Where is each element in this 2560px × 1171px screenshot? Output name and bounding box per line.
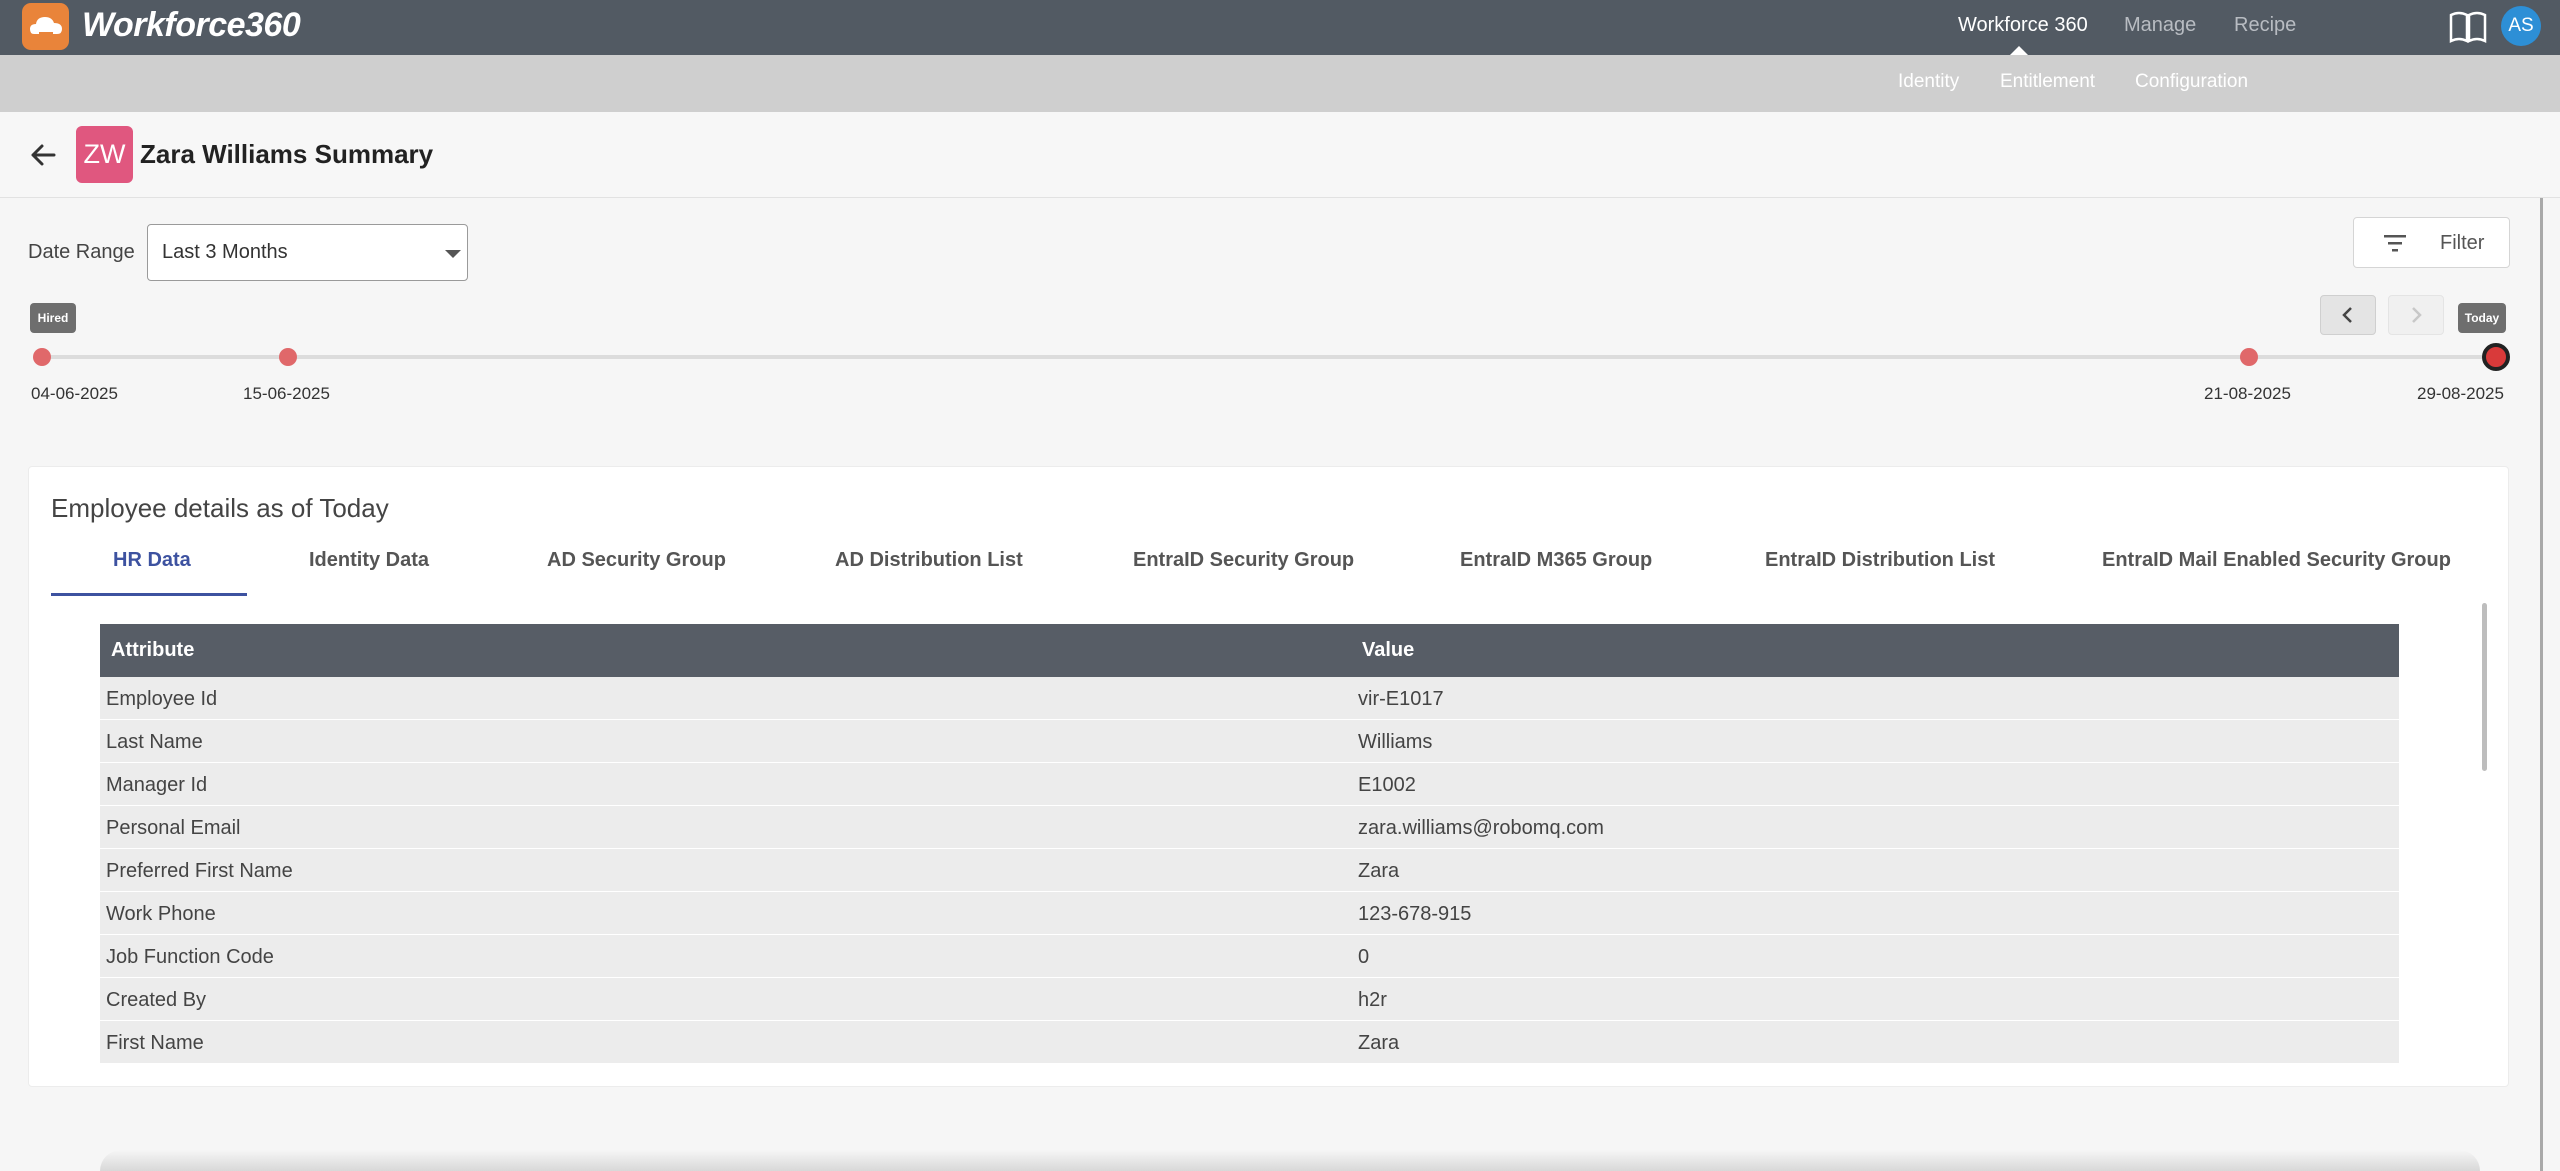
tab-entraid-m365-group[interactable]: EntraID M365 Group bbox=[1460, 549, 1652, 572]
hr-data-table: Attribute Value Employee Id vir-E1017 Last… bbox=[100, 624, 2399, 1064]
value-cell: h2r bbox=[1358, 989, 1387, 1011]
table-row: First Name Zara bbox=[100, 1021, 2399, 1064]
attribute-cell: First Name bbox=[106, 1032, 204, 1054]
page-title: Zara Williams Summary bbox=[140, 139, 434, 169]
date-range-label: Date Range bbox=[28, 241, 135, 263]
back-arrow-icon[interactable] bbox=[28, 140, 58, 170]
value-cell: zara.williams@robomq.com bbox=[1358, 817, 1604, 839]
timeline-date: 15-06-2025 bbox=[243, 384, 330, 403]
bottom-shadow bbox=[100, 1150, 2480, 1171]
table-scrollbar[interactable] bbox=[2482, 603, 2487, 771]
date-range-select[interactable]: Last 3 Months bbox=[147, 224, 468, 281]
today-tag: Today bbox=[2458, 303, 2506, 333]
user-avatar[interactable]: AS bbox=[2501, 6, 2541, 46]
value-cell: 0 bbox=[1358, 946, 1370, 968]
value-cell: vir-E1017 bbox=[1358, 688, 1444, 710]
timeline-date: 29-08-2025 bbox=[2417, 384, 2504, 403]
table-row: Manager Id E1002 bbox=[100, 763, 2399, 806]
tab-identity-data[interactable]: Identity Data bbox=[309, 549, 429, 572]
filter-label: Filter bbox=[2440, 232, 2485, 254]
timeline-point[interactable] bbox=[33, 348, 51, 366]
sub-nav-entitlement[interactable]: Entitlement bbox=[2000, 71, 2095, 93]
attribute-cell: Job Function Code bbox=[106, 946, 274, 968]
chevron-right-icon bbox=[2412, 307, 2422, 323]
tab-entraid-distribution-list[interactable]: EntraID Distribution List bbox=[1765, 549, 1995, 572]
value-cell: Zara bbox=[1358, 1032, 1400, 1054]
column-header-attribute: Attribute bbox=[111, 639, 195, 661]
attribute-cell: Work Phone bbox=[106, 903, 216, 925]
attribute-cell: Last Name bbox=[106, 731, 203, 753]
value-cell: 123-678-915 bbox=[1358, 903, 1472, 925]
timeline-point[interactable] bbox=[2240, 348, 2258, 366]
attribute-cell: Created By bbox=[106, 989, 207, 1011]
hired-tag: Hired bbox=[30, 303, 76, 333]
tab-entraid-mail-enabled-security-group[interactable]: EntraID Mail Enabled Security Group bbox=[2102, 549, 2451, 572]
page-header: ZW Zara Williams Summary bbox=[0, 112, 2560, 198]
attribute-cell: Personal Email bbox=[106, 817, 241, 839]
brand-name[interactable]: Workforce360 bbox=[82, 6, 301, 45]
table-row: Preferred First Name Zara bbox=[100, 849, 2399, 892]
tab-entraid-security-group[interactable]: EntraID Security Group bbox=[1133, 549, 1354, 572]
timeline-prev-button[interactable] bbox=[2320, 295, 2376, 335]
active-nav-caret-icon bbox=[2010, 46, 2028, 55]
sub-nav-configuration[interactable]: Configuration bbox=[2135, 71, 2248, 93]
timeline-track bbox=[40, 355, 2495, 359]
tab-hr-data[interactable]: HR Data bbox=[113, 549, 191, 572]
table-row: Last Name Williams bbox=[100, 720, 2399, 763]
value-cell: Zara bbox=[1358, 860, 1400, 882]
filter-button[interactable]: Filter bbox=[2353, 217, 2510, 268]
tab-ad-distribution-list[interactable]: AD Distribution List bbox=[835, 549, 1023, 572]
tab-ad-security-group[interactable]: AD Security Group bbox=[547, 549, 726, 572]
nav-manage[interactable]: Manage bbox=[2124, 14, 2196, 37]
active-tab-indicator bbox=[51, 593, 247, 596]
timeline-point-today[interactable] bbox=[2482, 343, 2510, 371]
table-body: Employee Id vir-E1017 Last Name Williams Man… bbox=[100, 677, 2399, 1064]
table-row: Work Phone 123-678-915 bbox=[100, 892, 2399, 935]
table-row: Personal Email zara.williams@robomq.com bbox=[100, 806, 2399, 849]
timeline-next-button[interactable] bbox=[2388, 295, 2444, 335]
attribute-cell: Manager Id bbox=[106, 774, 208, 796]
page-scrollbar[interactable] bbox=[2540, 198, 2543, 1171]
book-icon[interactable] bbox=[2449, 9, 2487, 45]
nav-workforce360[interactable]: Workforce 360 bbox=[1958, 14, 2088, 37]
chevron-left-icon bbox=[2342, 307, 2352, 323]
table-row: Employee Id vir-E1017 bbox=[100, 677, 2399, 720]
attribute-cell: Employee Id bbox=[106, 688, 218, 710]
top-bar: Workforce360 Workforce 360 Manage Recipe… bbox=[0, 0, 2560, 55]
timeline-point[interactable] bbox=[279, 348, 297, 366]
attribute-cell: Preferred First Name bbox=[106, 860, 293, 882]
table-row: Created By h2r bbox=[100, 978, 2399, 1021]
table-row: Job Function Code 0 bbox=[100, 935, 2399, 978]
timeline-date: 21-08-2025 bbox=[2204, 384, 2291, 403]
details-title: Employee details as of Today bbox=[51, 493, 389, 523]
employee-avatar: ZW bbox=[76, 126, 133, 183]
logo-icon[interactable] bbox=[22, 3, 69, 50]
column-header-value: Value bbox=[1362, 639, 1415, 661]
chevron-down-icon bbox=[445, 250, 461, 258]
sub-nav-identity[interactable]: Identity bbox=[1898, 71, 1959, 93]
employee-details-card: Employee details as of Today HR Data Ide… bbox=[28, 466, 2509, 1087]
sub-nav-bar: Identity Entitlement Configuration bbox=[0, 55, 2560, 112]
value-cell: E1002 bbox=[1358, 774, 1416, 796]
table-header: Attribute Value bbox=[100, 624, 2399, 677]
nav-recipe[interactable]: Recipe bbox=[2234, 14, 2296, 37]
timeline-date: 04-06-2025 bbox=[31, 384, 118, 403]
date-range-value: Last 3 Months bbox=[162, 241, 288, 263]
value-cell: Williams bbox=[1358, 731, 1433, 753]
filter-icon bbox=[2384, 235, 2406, 252]
